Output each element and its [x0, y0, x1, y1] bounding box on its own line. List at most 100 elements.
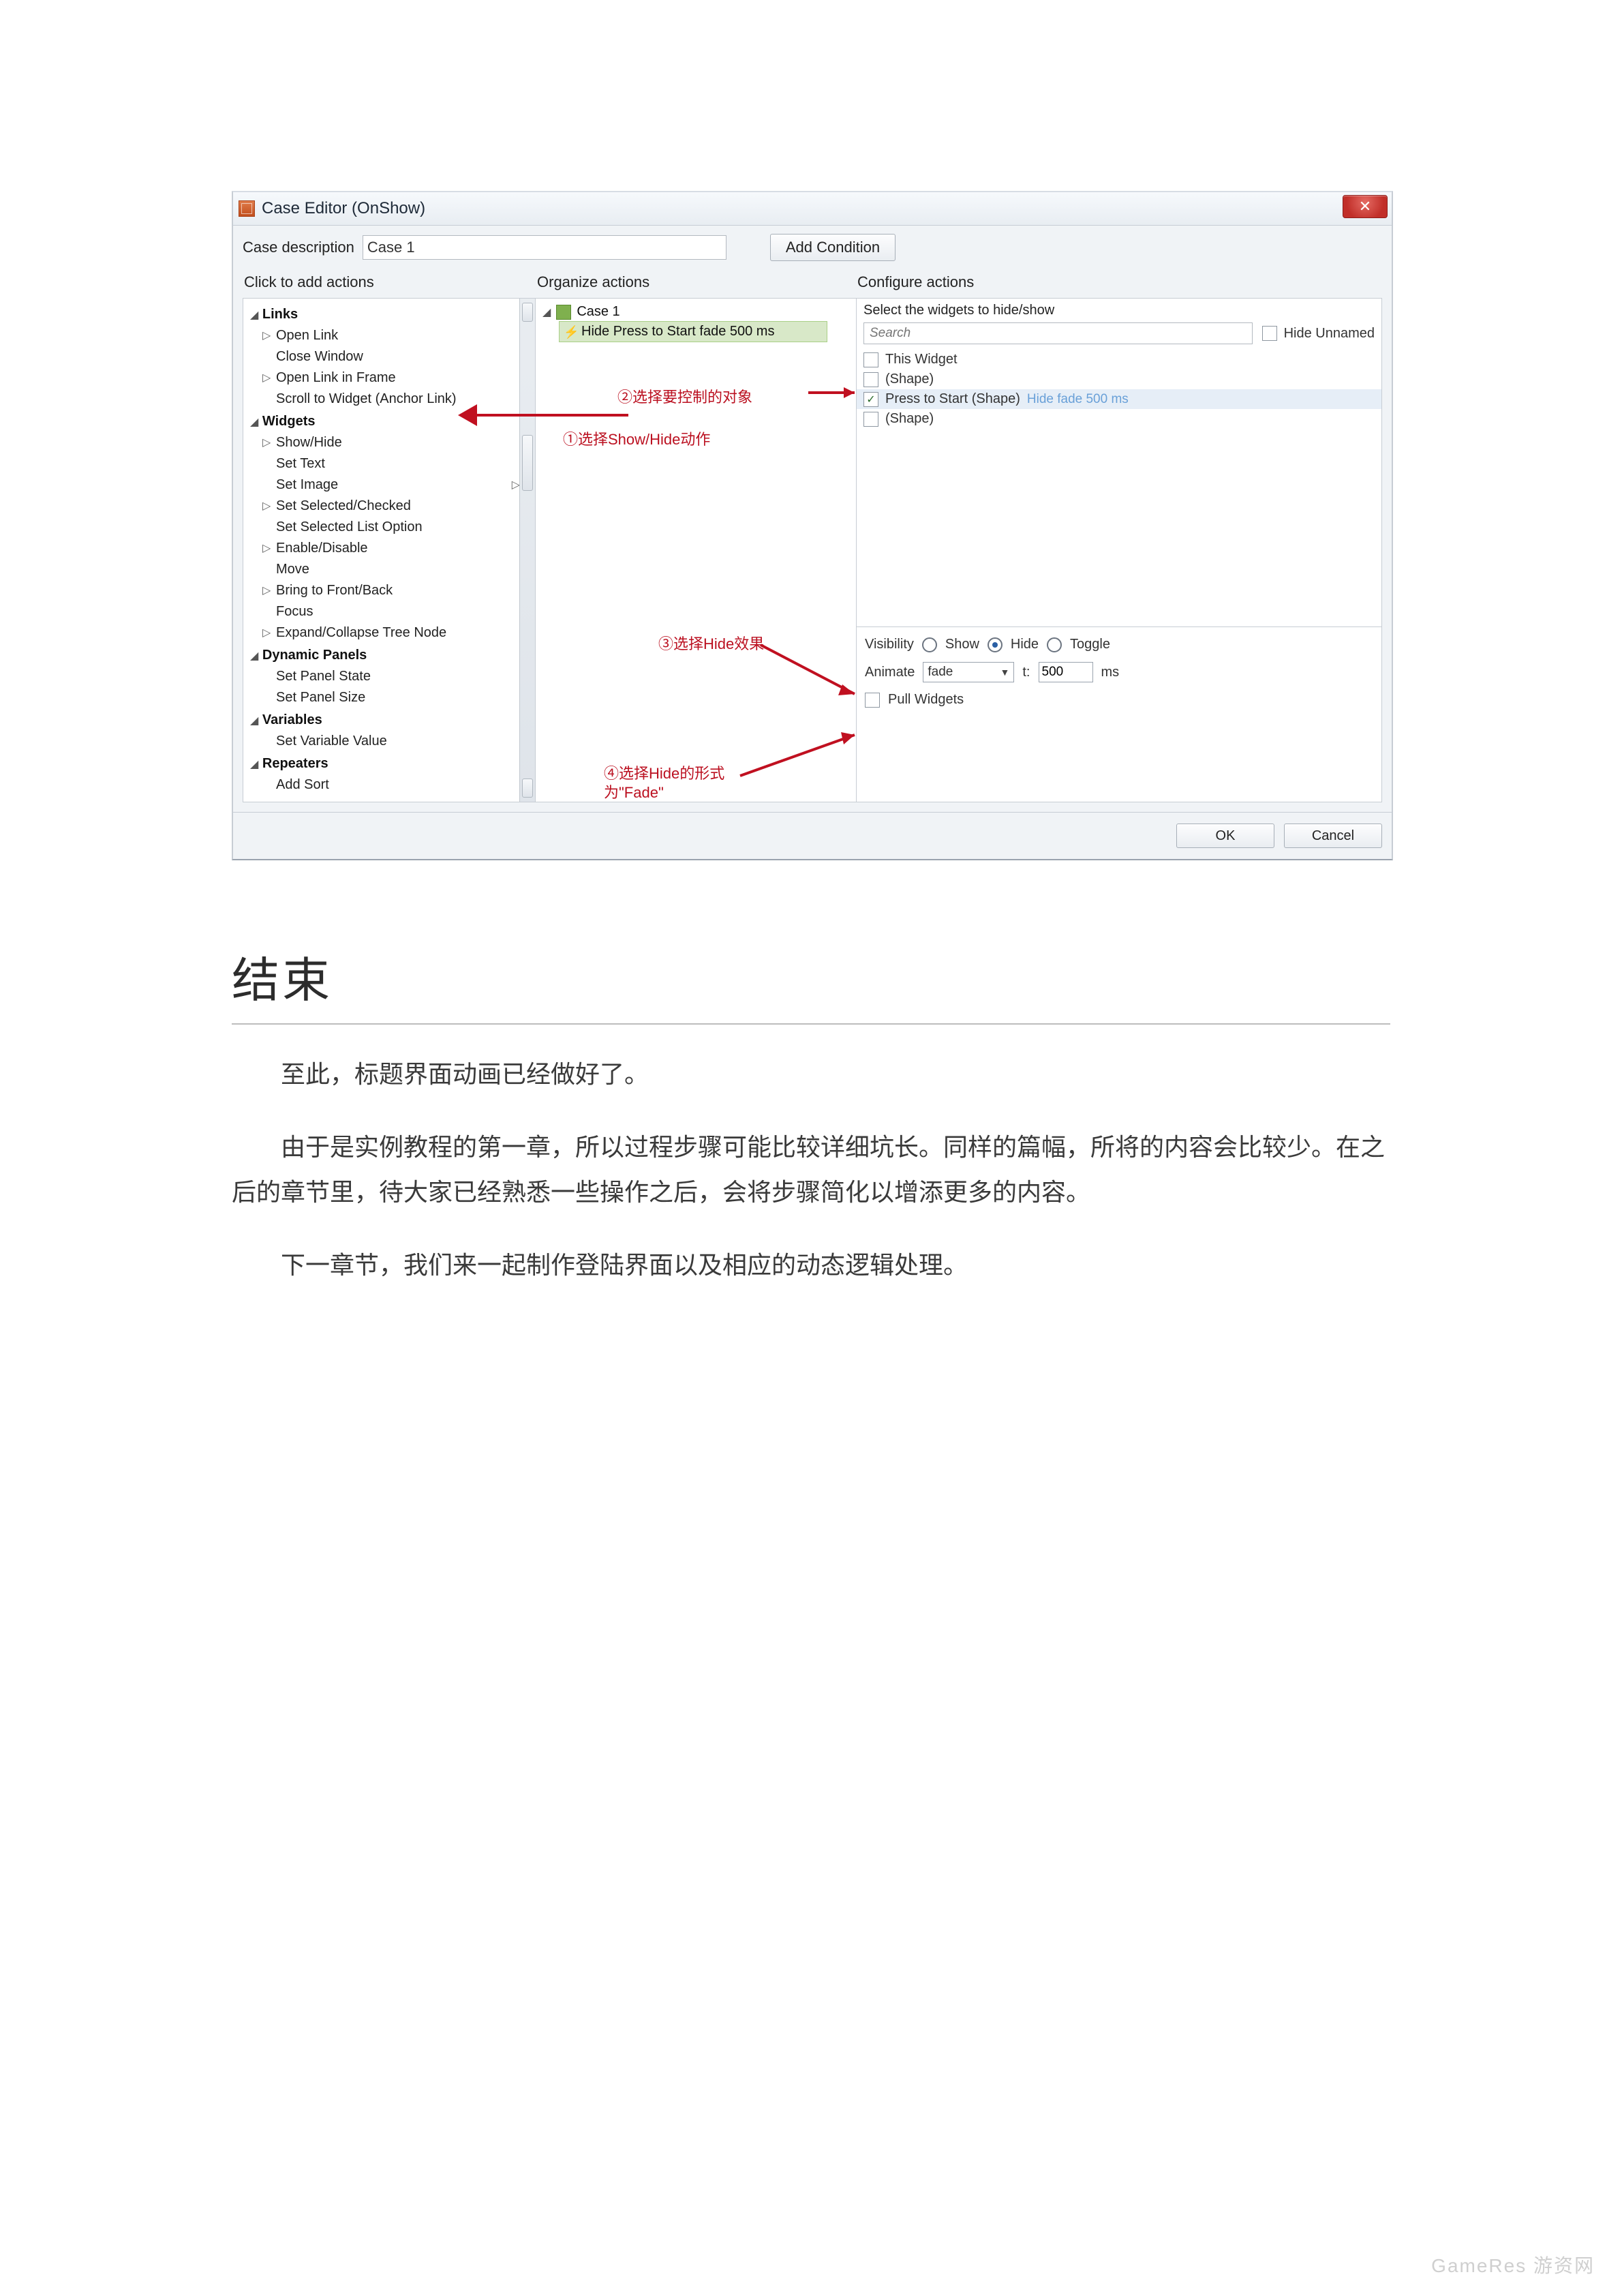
- organize-action-row[interactable]: ⚡ Hide Press to Start fade 500 ms: [559, 321, 827, 342]
- organize-panel: ◢ Case 1 ⚡ Hide Press to Start fade 500 …: [536, 298, 856, 802]
- tree-item[interactable]: Set Variable Value: [250, 731, 517, 752]
- actions-scrollbar[interactable]: [519, 299, 535, 802]
- tree-group[interactable]: ◢ Links: [250, 304, 517, 325]
- organize-case-label: Case 1: [577, 304, 619, 320]
- article-p3: 下一章节，我们来一起制作登陆界面以及相应的动态逻辑处理。: [232, 1243, 1390, 1288]
- window-title: Case Editor (OnShow): [262, 199, 425, 218]
- annotation-2: ②选择要控制的对象: [617, 385, 752, 407]
- bolt-icon: ⚡: [564, 326, 576, 338]
- configure-select-label: Select the widgets to hide/show: [857, 299, 1381, 320]
- widget-label: (Shape): [885, 411, 934, 427]
- visibility-label: Visibility: [865, 637, 914, 652]
- tree-item[interactable]: Scroll to Widget (Anchor Link): [250, 389, 517, 410]
- case-description-input[interactable]: [363, 235, 726, 260]
- annotation-3: ③选择Hide效果: [658, 632, 764, 654]
- widget-label: (Shape): [885, 372, 934, 387]
- ok-button[interactable]: OK: [1176, 824, 1274, 848]
- tree-group[interactable]: ◢ Variables: [250, 710, 517, 731]
- scroll-down-arrow-icon[interactable]: [522, 779, 533, 798]
- widget-list: This Widget (Shape) Press to Start (Shape)…: [857, 350, 1381, 627]
- configure-panel: Select the widgets to hide/show Hide Unn…: [856, 298, 1382, 802]
- visibility-toggle-radio[interactable]: [1047, 637, 1062, 652]
- organize-case-row[interactable]: ◢ Case 1: [542, 303, 849, 321]
- actions-tree[interactable]: ◢ Links▷Open LinkClose Window▷Open Link …: [243, 299, 535, 800]
- widget-checkbox[interactable]: [863, 392, 878, 407]
- dialog-body: Case description Add Condition Click to …: [233, 226, 1392, 812]
- animate-row: Animate fade ▼ t: ms: [865, 662, 1373, 682]
- animate-select[interactable]: fade ▼: [923, 662, 1014, 682]
- titlebar: Case Editor (OnShow) ✕: [233, 192, 1392, 226]
- hide-unnamed-checkbox[interactable]: [1262, 326, 1277, 341]
- animate-t-input[interactable]: [1039, 662, 1093, 682]
- col2-header: Organize actions: [536, 271, 856, 298]
- visibility-show-radio[interactable]: [922, 637, 937, 652]
- axure-icon: [239, 200, 255, 217]
- widget-checkbox[interactable]: [863, 412, 878, 427]
- tree-item[interactable]: Set Selected List Option: [250, 517, 517, 538]
- case-editor-window: Case Editor (OnShow) ✕ Case description …: [232, 191, 1393, 860]
- col3-header: Configure actions: [856, 271, 1382, 298]
- annotation-4-line2: 为"Fade": [604, 781, 664, 802]
- watermark: GameRes 游资网: [1431, 2251, 1595, 2278]
- tree-group[interactable]: ◢ Dynamic Panels: [250, 645, 517, 666]
- tree-item[interactable]: Close Window: [250, 346, 517, 367]
- scroll-up-arrow-icon[interactable]: [522, 303, 533, 322]
- tree-item[interactable]: Set Panel State: [250, 666, 517, 687]
- col1-header: Click to add actions: [243, 271, 536, 298]
- widget-row[interactable]: (Shape): [857, 409, 1381, 429]
- tree-item[interactable]: Focus: [250, 601, 517, 622]
- actions-tree-panel: ◢ Links▷Open LinkClose Window▷Open Link …: [243, 298, 536, 802]
- annotation-overlay: [536, 299, 856, 802]
- cancel-button[interactable]: Cancel: [1284, 824, 1382, 848]
- scroll-thumb[interactable]: [522, 435, 533, 491]
- visibility-show-label: Show: [945, 637, 979, 652]
- hide-unnamed-label: Hide Unnamed: [1284, 326, 1375, 342]
- close-button[interactable]: ✕: [1343, 195, 1388, 218]
- animate-label: Animate: [865, 665, 915, 680]
- tree-item[interactable]: ▷Expand/Collapse Tree Node: [250, 622, 517, 644]
- tree-item[interactable]: Set Text: [250, 453, 517, 474]
- search-input[interactable]: [863, 322, 1253, 344]
- animate-t-label: t:: [1022, 665, 1030, 680]
- visibility-toggle-label: Toggle: [1070, 637, 1110, 652]
- widget-row[interactable]: Press to Start (Shape) Hide fade 500 ms: [857, 389, 1381, 409]
- tree-item[interactable]: ▷Set Image: [250, 474, 517, 496]
- widget-checkbox[interactable]: [863, 372, 878, 387]
- tree-item[interactable]: ▷Enable/Disable: [250, 538, 517, 559]
- tree-item[interactable]: ▷Show/Hide: [250, 432, 517, 453]
- tree-group[interactable]: ◢ Repeaters: [250, 753, 517, 774]
- organize-action-label: Hide Press to Start fade 500 ms: [581, 324, 774, 339]
- tree-item[interactable]: Move: [250, 559, 517, 580]
- article-heading: 结束: [232, 942, 1390, 1025]
- add-condition-button[interactable]: Add Condition: [770, 234, 896, 261]
- widget-label: This Widget: [885, 352, 958, 367]
- dialog-footer: OK Cancel: [233, 812, 1392, 859]
- tree-item[interactable]: Set Panel Size: [250, 687, 517, 708]
- tree-item[interactable]: ▷Open Link in Frame: [250, 367, 517, 389]
- tree-item[interactable]: ▷Bring to Front/Back: [250, 580, 517, 601]
- animate-select-value: fade: [928, 665, 953, 680]
- article-p1: 至此，标题界面动画已经做好了。: [232, 1052, 1390, 1098]
- pull-widgets-label: Pull Widgets: [888, 692, 964, 708]
- tree-item[interactable]: ▷Set Selected/Checked: [250, 496, 517, 517]
- expand-icon: ◢: [542, 305, 551, 319]
- pull-widgets-row: Pull Widgets: [865, 692, 1373, 708]
- widget-checkbox[interactable]: [863, 352, 878, 367]
- tree-item[interactable]: ▷Open Link: [250, 325, 517, 346]
- annotation-1: ①选择Show/Hide动作: [563, 427, 710, 449]
- visibility-row: Visibility Show Hide Toggle: [865, 637, 1373, 652]
- widget-row[interactable]: This Widget: [857, 350, 1381, 369]
- tree-group[interactable]: ◢ Widgets: [250, 411, 517, 432]
- article-p2: 由于是实例教程的第一章，所以过程步骤可能比较详细坑长。同样的篇幅，所将的内容会比…: [232, 1125, 1390, 1215]
- pull-widgets-checkbox[interactable]: [865, 693, 880, 708]
- widget-label: Press to Start (Shape): [885, 391, 1020, 407]
- article: 结束 至此，标题界面动画已经做好了。 由于是实例教程的第一章，所以过程步骤可能比…: [232, 942, 1390, 1288]
- case-description-label: Case description: [243, 239, 354, 256]
- chevron-down-icon: ▼: [1000, 667, 1010, 678]
- widget-row[interactable]: (Shape): [857, 369, 1381, 389]
- visibility-hide-label: Hide: [1011, 637, 1039, 652]
- case-icon: [556, 305, 571, 320]
- tree-item[interactable]: Add Sort: [250, 774, 517, 796]
- visibility-hide-radio[interactable]: [988, 637, 1003, 652]
- animate-t-unit: ms: [1101, 665, 1120, 680]
